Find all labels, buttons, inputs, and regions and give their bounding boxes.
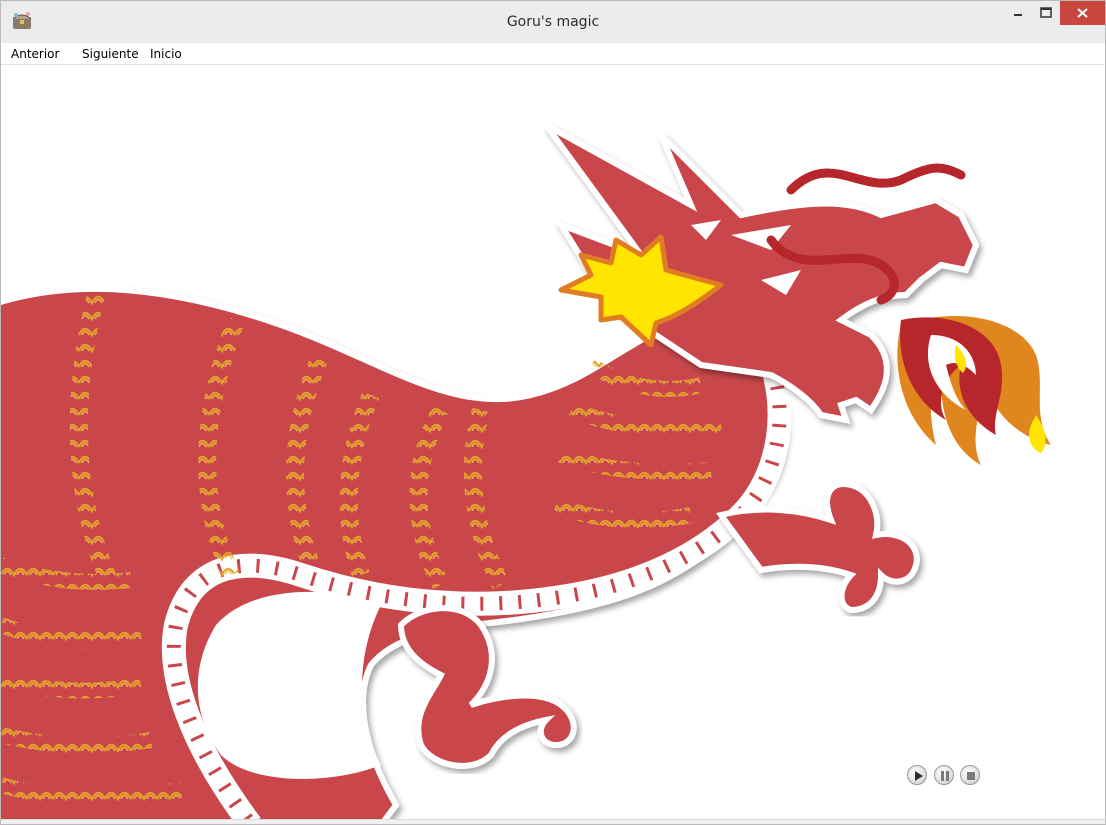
bottom-border — [1, 819, 1105, 824]
close-icon — [1077, 8, 1088, 18]
pause-icon — [941, 771, 949, 781]
fire-breath — [897, 316, 1051, 465]
window-title: Goru's magic — [506, 14, 600, 30]
stop-button[interactable] — [960, 765, 980, 785]
minimize-icon — [1014, 14, 1022, 16]
menu-item-inicio[interactable]: Inicio — [150, 46, 182, 62]
tail-gap — [197, 591, 381, 779]
dragon-illustration — [1, 122, 1051, 819]
dragon-body-group — [1, 122, 1051, 819]
maximize-button[interactable] — [1032, 1, 1060, 25]
dragon-rear-claw — [397, 605, 577, 769]
stop-icon — [967, 772, 975, 780]
content-area — [1, 65, 1105, 819]
pause-button[interactable] — [934, 765, 954, 785]
minimize-button[interactable] — [1004, 1, 1032, 25]
app-window: Goru's magic Anterior Siguiente Inicio — [0, 0, 1106, 825]
menu-item-anterior[interactable]: Anterior — [11, 46, 59, 62]
media-player-controls — [907, 765, 987, 787]
maximize-icon — [1040, 7, 1052, 18]
close-button[interactable] — [1060, 1, 1105, 25]
play-icon — [915, 771, 923, 781]
menu-item-siguiente[interactable]: Siguiente — [82, 46, 139, 62]
dragon-whisker — [786, 163, 966, 195]
play-button[interactable] — [907, 765, 927, 785]
title-bar[interactable]: Goru's magic — [1, 1, 1105, 43]
menu-bar: Anterior Siguiente Inicio — [1, 43, 1105, 65]
